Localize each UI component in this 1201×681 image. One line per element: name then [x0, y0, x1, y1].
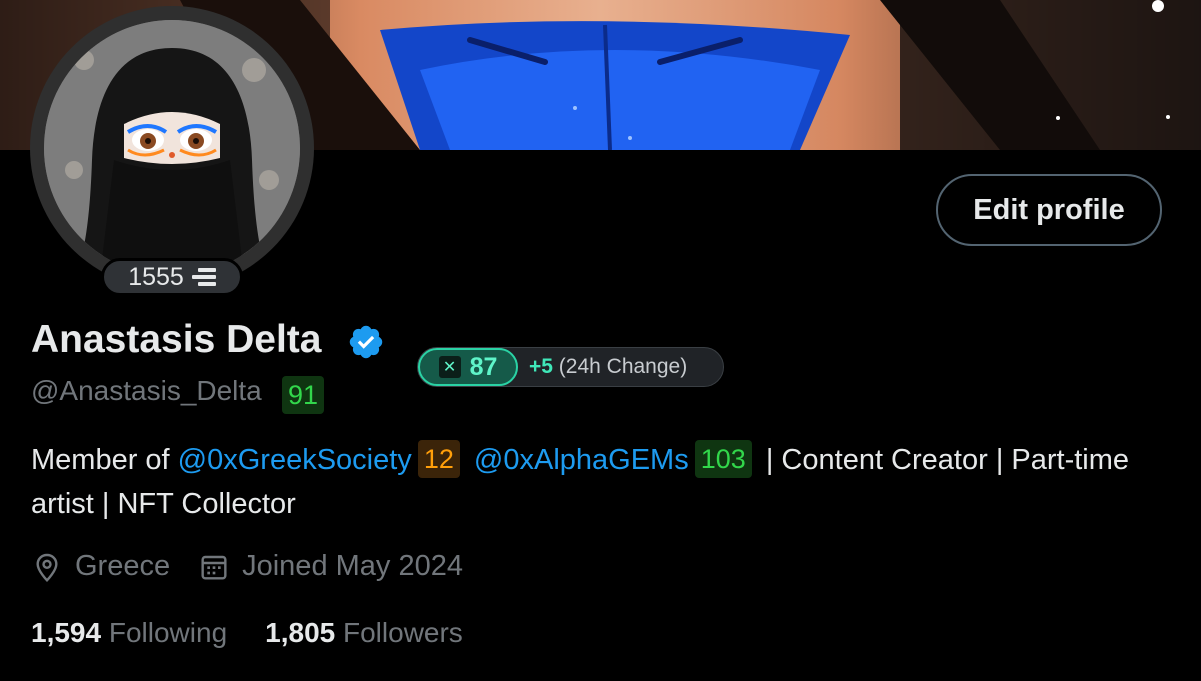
score-main: ✕ 87 — [418, 348, 518, 386]
joined-text: Joined May 2024 — [242, 550, 463, 582]
profile-meta: Greece Joined May 2024 — [31, 550, 491, 583]
location-pin-icon — [36, 553, 58, 582]
user-handle: @Anastasis_Delta — [31, 375, 262, 406]
following-label: Following — [108, 617, 228, 648]
calendar-icon — [201, 555, 227, 580]
following-count: 1,594 — [31, 617, 102, 648]
score-value: 87 — [469, 352, 498, 381]
score-pill[interactable]: ✕ 87 +5 (24h Change) — [417, 347, 724, 387]
mention-link-alphagems[interactable]: @0xAlphaGEMs — [474, 444, 689, 476]
verified-badge-icon[interactable] — [347, 323, 385, 361]
join-date: Joined May 2024 — [198, 550, 463, 583]
collection-logo-icon — [191, 268, 216, 286]
following-link[interactable]: 1,594 Following — [31, 617, 227, 649]
x-score-logo-icon: ✕ — [438, 356, 461, 378]
avatar[interactable] — [30, 6, 314, 290]
display-name: Anastasis Delta — [31, 318, 322, 361]
followers-label: Followers — [343, 617, 463, 648]
followers-count: 1,805 — [265, 617, 336, 648]
followers-link[interactable]: 1,805 Followers — [265, 617, 463, 649]
avatar-image — [44, 20, 300, 276]
handle-score-badge: 91 — [282, 376, 325, 414]
follow-stats: 1,594 Following 1,805 Followers — [31, 617, 501, 649]
score-change-label: (24h Change) — [558, 355, 688, 378]
bio-prefix: Member of — [31, 444, 170, 476]
edit-profile-button[interactable]: Edit profile — [936, 174, 1162, 246]
score-change: +5 (24h Change) — [529, 355, 687, 379]
avatar-number-badge: 1555 — [101, 258, 243, 296]
location: Greece — [31, 550, 170, 583]
avatar-number: 1555 — [128, 262, 184, 291]
bio: Member of @0xGreekSociety 12 @0xAlphaGEMs… — [31, 438, 1151, 526]
mention-link-greeksociety[interactable]: @0xGreekSociety — [178, 444, 412, 476]
mention-score-badge: 12 — [417, 440, 460, 479]
location-text: Greece — [75, 550, 171, 582]
score-delta: +5 — [529, 355, 553, 378]
mention-score-badge: 103 — [694, 440, 752, 479]
